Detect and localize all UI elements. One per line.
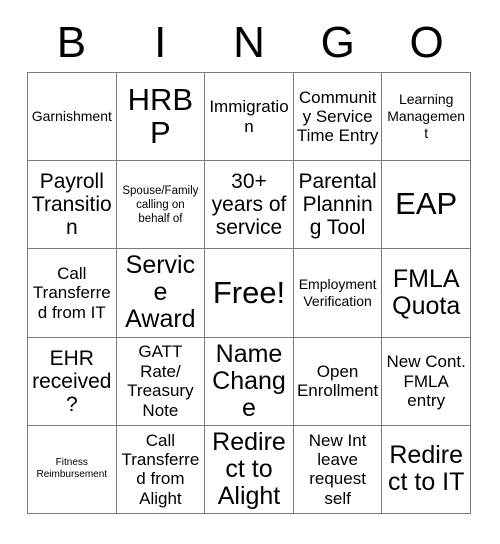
bingo-cell[interactable]: New Int leave request self xyxy=(293,425,383,514)
bingo-card: B I N G O Garnishment HRBP Immigration C… xyxy=(0,0,500,544)
bingo-cell[interactable]: Fitness Reimbursement xyxy=(28,425,117,514)
bingo-cell-label: HRBP xyxy=(127,81,194,150)
bingo-cell-label: New Cont. FMLA entry xyxy=(386,352,466,410)
header-letter-b: B xyxy=(56,18,87,67)
bingo-cell-label: FMLA Quota xyxy=(392,264,461,320)
bingo-cell[interactable]: Employment Verification xyxy=(293,249,383,338)
bingo-cell-label: Learning Management xyxy=(387,91,466,141)
bingo-cell[interactable]: FMLA Quota xyxy=(382,249,471,338)
bingo-cell[interactable]: GATT Rate/ Treasury Note xyxy=(116,337,206,426)
bingo-cell-label: Fitness Reimbursement xyxy=(36,457,108,481)
bingo-cell-label: Redirect to IT xyxy=(387,441,465,497)
bingo-cell-label: Parental Planning Tool xyxy=(298,170,377,240)
bingo-cell-label: Spouse/Family calling on behalf of xyxy=(122,184,199,225)
header-letter-o: O xyxy=(409,18,444,67)
bingo-cell[interactable]: Learning Management xyxy=(382,73,471,162)
bingo-cell-label: EHR received? xyxy=(32,346,112,416)
bingo-free-cell[interactable]: Free! xyxy=(205,249,294,338)
bingo-cell[interactable]: HRBP xyxy=(116,73,206,162)
bingo-cell[interactable]: Parental Planning Tool xyxy=(293,161,383,250)
bingo-cell[interactable]: Immigration xyxy=(205,73,294,162)
bingo-cell-label: EAP xyxy=(395,186,458,222)
bingo-header-row: B I N G O xyxy=(27,14,471,72)
bingo-cell-label: Employment Verification xyxy=(298,276,377,309)
bingo-cell[interactable]: 30+ years of service xyxy=(205,161,294,250)
bingo-free-label: Free! xyxy=(212,274,286,310)
bingo-cell-label: Call Transferred from IT xyxy=(32,263,111,322)
bingo-cell[interactable]: Service Award xyxy=(116,249,206,338)
bingo-cell-label: Payroll Transition xyxy=(31,170,112,240)
bingo-cell-label: Garnishment xyxy=(31,108,112,125)
bingo-cell[interactable]: Call Transferred from IT xyxy=(28,249,117,338)
bingo-cell[interactable]: Spouse/Family calling on behalf of xyxy=(116,161,206,250)
bingo-cell[interactable]: EAP xyxy=(382,161,471,250)
header-letter-i: I xyxy=(154,18,167,67)
header-letter-n: N xyxy=(233,18,265,67)
bingo-cell[interactable]: Redirect to Alight xyxy=(205,425,294,514)
bingo-cell[interactable]: Name Change xyxy=(205,337,294,426)
bingo-cell[interactable]: Garnishment xyxy=(28,73,117,162)
bingo-cell[interactable]: EHR received? xyxy=(28,337,117,426)
bingo-grid: Garnishment HRBP Immigration Community S… xyxy=(27,72,471,514)
bingo-cell-label: Open Enrollment xyxy=(296,361,379,401)
bingo-cell-label: GATT Rate/ Treasury Note xyxy=(127,342,194,420)
bingo-cell-label: 30+ years of service xyxy=(211,170,287,240)
bingo-cell[interactable]: New Cont. FMLA entry xyxy=(382,337,471,426)
bingo-cell[interactable]: Community Service Time Entry xyxy=(293,73,383,162)
bingo-cell-label: Call Transferred from Alight xyxy=(121,430,200,508)
bingo-cell-label: Service Award xyxy=(125,251,196,334)
header-letter-g: G xyxy=(320,18,355,67)
bingo-cell[interactable]: Payroll Transition xyxy=(28,161,117,250)
bingo-cell[interactable]: Call Transferred from Alight xyxy=(116,425,206,514)
bingo-cell-label: Community Service Time Entry xyxy=(296,87,379,146)
bingo-cell[interactable]: Redirect to IT xyxy=(382,425,471,514)
bingo-cell[interactable]: Open Enrollment xyxy=(293,337,383,426)
bingo-cell-label: Redirect to Alight xyxy=(212,427,286,510)
bingo-cell-label: Immigration xyxy=(209,97,289,136)
bingo-cell-label: New Int leave request self xyxy=(308,430,367,508)
bingo-cell-label: Name Change xyxy=(212,339,286,422)
